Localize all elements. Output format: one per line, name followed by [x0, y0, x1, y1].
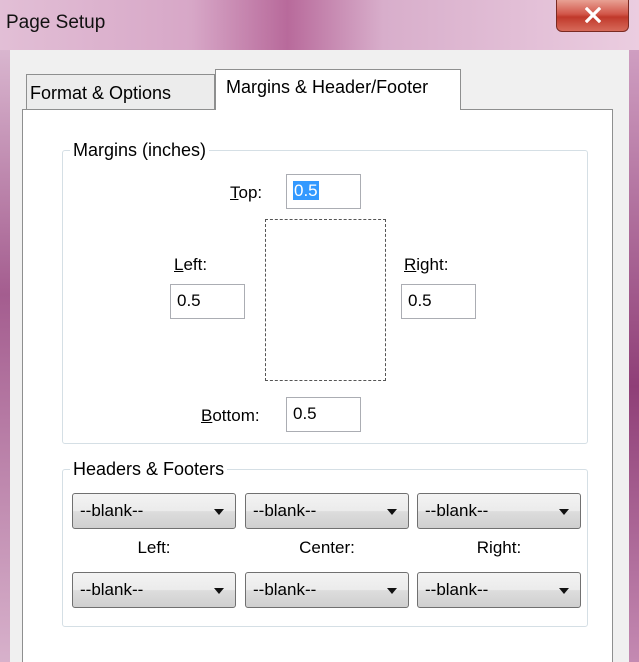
bottom-label: Bottom: [201, 406, 260, 425]
hf-left-label: Left: [137, 538, 171, 557]
left-margin-input[interactable]: 0.5 [170, 284, 245, 319]
close-button[interactable] [556, 0, 629, 32]
window-frame-left [0, 50, 10, 662]
header-right-dropdown[interactable]: --blank-- [417, 493, 581, 529]
dropdown-arrow-icon [214, 509, 224, 515]
tab-format-options-label: Format & Options [30, 83, 172, 103]
dropdown-arrow-icon [559, 509, 569, 515]
top-margin-input[interactable]: 0.5 [286, 174, 361, 209]
close-icon [585, 7, 601, 23]
dropdown-arrow-icon [387, 509, 397, 515]
dropdown-value: --blank-- [80, 501, 144, 520]
left-margin-value: 0.5 [177, 291, 201, 310]
top-label: Top: [230, 183, 263, 202]
dropdown-value: --blank-- [425, 501, 489, 520]
footer-right-dropdown[interactable]: --blank-- [417, 572, 581, 608]
header-left-dropdown[interactable]: --blank-- [72, 493, 236, 529]
page-preview [265, 219, 386, 381]
dropdown-arrow-icon [214, 588, 224, 594]
hf-center-label: Center: [299, 538, 355, 557]
left-label: Left: [174, 255, 208, 274]
dropdown-value: --blank-- [253, 501, 317, 520]
dropdown-value: --blank-- [80, 580, 144, 599]
dropdown-arrow-icon [559, 588, 569, 594]
dropdown-value: --blank-- [425, 580, 489, 599]
tab-format-options[interactable]: Format & Options [26, 74, 215, 109]
page-setup-dialog: Page Setup Format & Options Margins & He… [0, 0, 639, 662]
bottom-margin-value: 0.5 [293, 404, 317, 423]
tab-margins-header-footer-label: Margins & Header/Footer [226, 77, 429, 97]
window-title: Page Setup [6, 12, 106, 33]
header-center-dropdown[interactable]: --blank-- [245, 493, 409, 529]
dropdown-arrow-icon [387, 588, 397, 594]
right-margin-input[interactable]: 0.5 [401, 284, 476, 319]
footer-left-dropdown[interactable]: --blank-- [72, 572, 236, 608]
hf-right-label: Right: [476, 538, 522, 557]
headers-footers-group-title: Headers & Footers [70, 459, 228, 480]
right-label: Right: [404, 255, 449, 274]
tab-margins-header-footer[interactable]: Margins & Header/Footer [215, 69, 461, 110]
margins-group-title: Margins (inches) [70, 140, 210, 161]
window-frame-right [629, 50, 639, 662]
dropdown-value: --blank-- [253, 580, 317, 599]
right-margin-value: 0.5 [408, 291, 432, 310]
bottom-margin-input[interactable]: 0.5 [286, 397, 361, 432]
footer-center-dropdown[interactable]: --blank-- [245, 572, 409, 608]
title-bar[interactable]: Page Setup [0, 0, 639, 50]
top-margin-value: 0.5 [293, 181, 319, 200]
